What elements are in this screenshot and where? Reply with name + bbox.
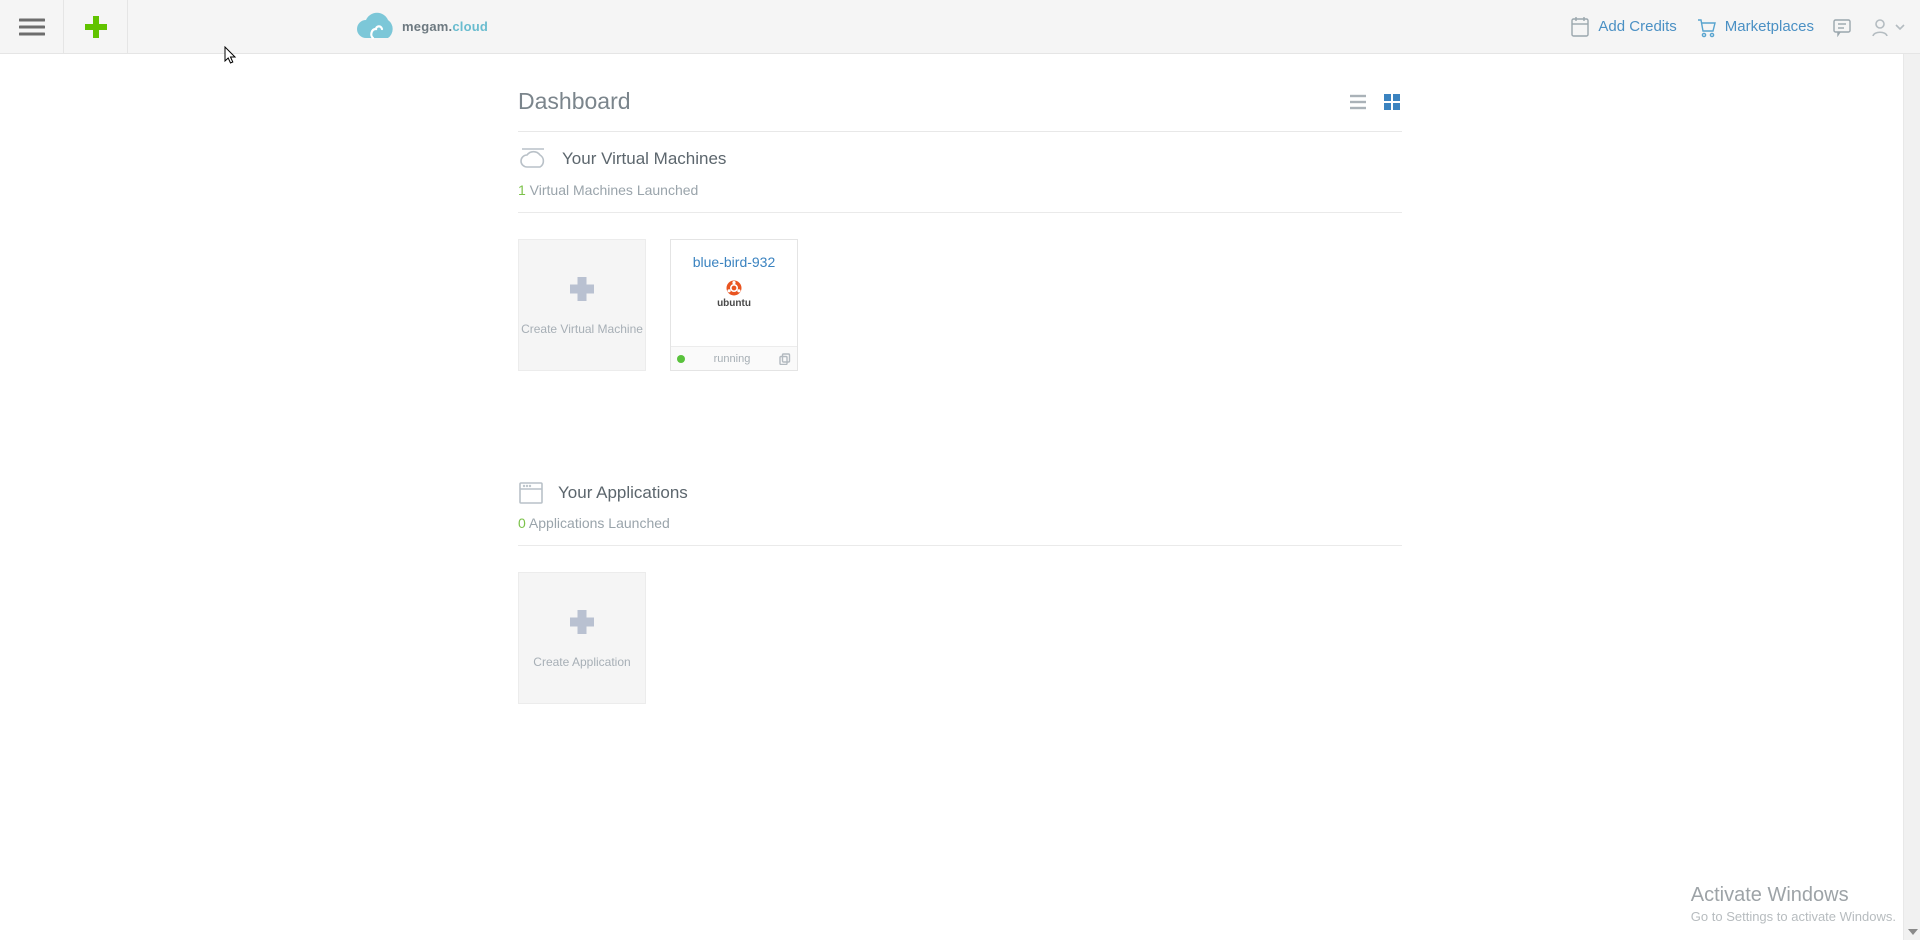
scroll-down-arrow[interactable]	[1906, 925, 1919, 938]
watermark-line2: Go to Settings to activate Windows.	[1691, 909, 1896, 924]
apps-count-text: 0 Applications Launched	[518, 515, 1402, 531]
vms-section-title: Your Virtual Machines	[562, 149, 726, 169]
cloud-logo-icon	[352, 10, 402, 44]
copy-icon[interactable]	[779, 353, 791, 365]
watermark-line1: Activate Windows	[1691, 884, 1896, 907]
brand-name-a: megam.	[402, 19, 452, 34]
grid-view-button[interactable]	[1382, 92, 1402, 112]
create-button[interactable]	[64, 0, 128, 53]
app-cards: Create Application	[518, 572, 1402, 704]
topbar: megam.cloud Add Credits Marketplaces	[0, 0, 1920, 54]
plus-icon	[83, 14, 109, 40]
brand-name-b: cloud	[452, 19, 488, 34]
user-icon	[1870, 17, 1890, 37]
vm-cards: Create Virtual Machine blue-bird-932 ubu…	[518, 239, 1402, 371]
page-header: Dashboard	[518, 88, 1402, 132]
add-credits-link[interactable]: Add Credits	[1570, 16, 1676, 38]
svg-text:megam.cloud: megam.cloud	[402, 19, 488, 34]
vm-status: running	[693, 353, 771, 365]
brand-logo[interactable]: megam.cloud	[352, 0, 494, 53]
plus-icon	[567, 274, 597, 304]
status-dot	[677, 355, 685, 363]
vm-card-footer: running	[671, 346, 797, 370]
apps-section-header: Your Applications	[518, 481, 1402, 505]
cloud-section-icon	[518, 146, 548, 172]
apps-count: 0	[518, 515, 526, 531]
plus-icon	[567, 607, 597, 637]
marketplaces-link[interactable]: Marketplaces	[1695, 16, 1814, 38]
vms-count: 1	[518, 182, 526, 198]
windows-activation-watermark: Activate Windows Go to Settings to activ…	[1691, 884, 1896, 924]
menu-button[interactable]	[0, 0, 64, 53]
divider	[518, 545, 1402, 546]
vm-card-name: blue-bird-932	[693, 254, 776, 270]
divider	[518, 212, 1402, 213]
apps-count-suffix: Applications Launched	[526, 515, 670, 531]
nav-right: Add Credits Marketplaces	[1570, 0, 1920, 53]
view-toggle	[1348, 92, 1402, 112]
create-vm-label: Create Virtual Machine	[521, 322, 643, 336]
vertical-scrollbar[interactable]	[1903, 0, 1920, 940]
message-icon[interactable]	[1832, 17, 1852, 37]
vm-distro: ubuntu	[717, 280, 751, 309]
content: Dashboard Your Virtual Machines 1 Virtua…	[518, 0, 1402, 844]
vm-card[interactable]: blue-bird-932 ubuntu running	[670, 239, 798, 371]
create-vm-card[interactable]: Create Virtual Machine	[518, 239, 646, 371]
create-app-card[interactable]: Create Application	[518, 572, 646, 704]
apps-section-title: Your Applications	[558, 483, 688, 503]
vms-section-header: Your Virtual Machines	[518, 146, 1402, 172]
chevron-down-icon	[1894, 21, 1906, 33]
ubuntu-icon	[726, 280, 742, 296]
vm-distro-label: ubuntu	[717, 298, 751, 309]
vm-card-body: blue-bird-932 ubuntu	[671, 240, 797, 346]
window-section-icon	[518, 481, 544, 505]
credits-icon	[1570, 16, 1590, 38]
create-app-label: Create Application	[533, 655, 630, 669]
list-view-button[interactable]	[1348, 92, 1368, 112]
page-title: Dashboard	[518, 88, 631, 115]
vms-count-suffix: Virtual Machines Launched	[526, 182, 699, 198]
vms-count-text: 1 Virtual Machines Launched	[518, 182, 1402, 198]
marketplaces-label: Marketplaces	[1725, 18, 1814, 35]
add-credits-label: Add Credits	[1598, 18, 1676, 35]
hamburger-icon	[19, 18, 45, 36]
user-menu[interactable]	[1870, 17, 1906, 37]
cart-icon	[1695, 16, 1717, 38]
